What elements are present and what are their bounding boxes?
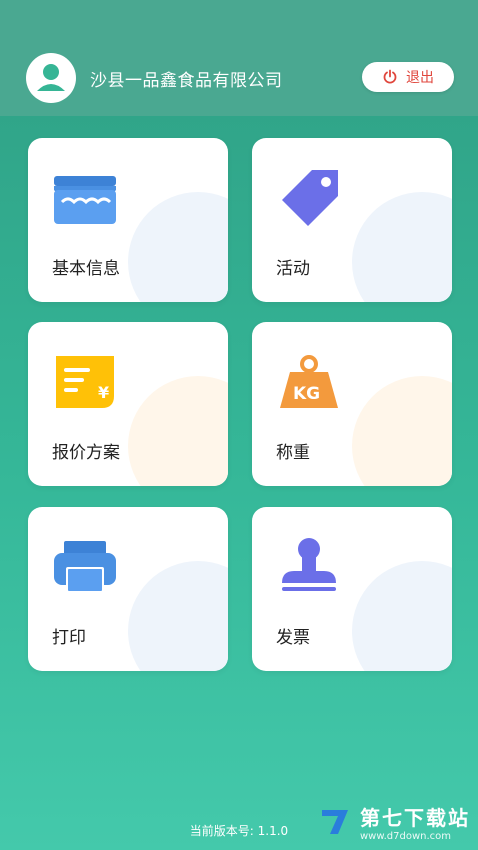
weight-icon: KG xyxy=(280,355,338,408)
card-decoration xyxy=(352,192,452,302)
power-icon xyxy=(383,69,397,84)
card-decoration xyxy=(352,376,452,486)
store-icon xyxy=(54,176,116,224)
svg-text:KG: KG xyxy=(293,384,320,404)
avatar[interactable] xyxy=(26,53,76,103)
user-icon xyxy=(37,64,65,91)
menu-card-print[interactable]: 打印 xyxy=(28,507,228,671)
watermark-logo-icon xyxy=(322,810,348,834)
menu-label: 发票 xyxy=(276,628,310,648)
watermark-title: 第七下载站 xyxy=(360,806,470,830)
watermark-url: www.d7down.com xyxy=(360,831,452,842)
card-decoration xyxy=(128,561,228,671)
card-decoration xyxy=(352,561,452,671)
svg-text:¥: ¥ xyxy=(98,383,109,402)
menu-label: 基本信息 xyxy=(52,259,120,279)
menu-card-quote-plan[interactable]: ¥ 报价方案 xyxy=(28,322,228,486)
menu-card-weighing[interactable]: KG 称重 xyxy=(252,322,452,486)
menu-card-invoice[interactable]: 发票 xyxy=(252,507,452,671)
menu-label: 打印 xyxy=(52,628,86,648)
printer-icon xyxy=(54,541,116,593)
tag-icon xyxy=(282,170,338,226)
company-name: 沙县一品鑫食品有限公司 xyxy=(90,71,283,91)
logout-label: 退出 xyxy=(406,70,434,86)
menu-label: 活动 xyxy=(276,259,310,279)
menu-card-basic-info[interactable]: 基本信息 xyxy=(28,138,228,302)
menu-label: 报价方案 xyxy=(52,443,120,463)
stamp-icon xyxy=(282,538,336,591)
app-header: 沙县一品鑫食品有限公司 退出 xyxy=(0,0,478,116)
menu-label: 称重 xyxy=(276,443,310,463)
logout-button[interactable]: 退出 xyxy=(362,62,454,92)
menu-card-activity[interactable]: 活动 xyxy=(252,138,452,302)
quote-icon: ¥ xyxy=(56,356,114,408)
card-decoration xyxy=(128,376,228,486)
card-decoration xyxy=(128,192,228,302)
watermark: 第七下载站 www.d7down.com xyxy=(318,802,470,842)
